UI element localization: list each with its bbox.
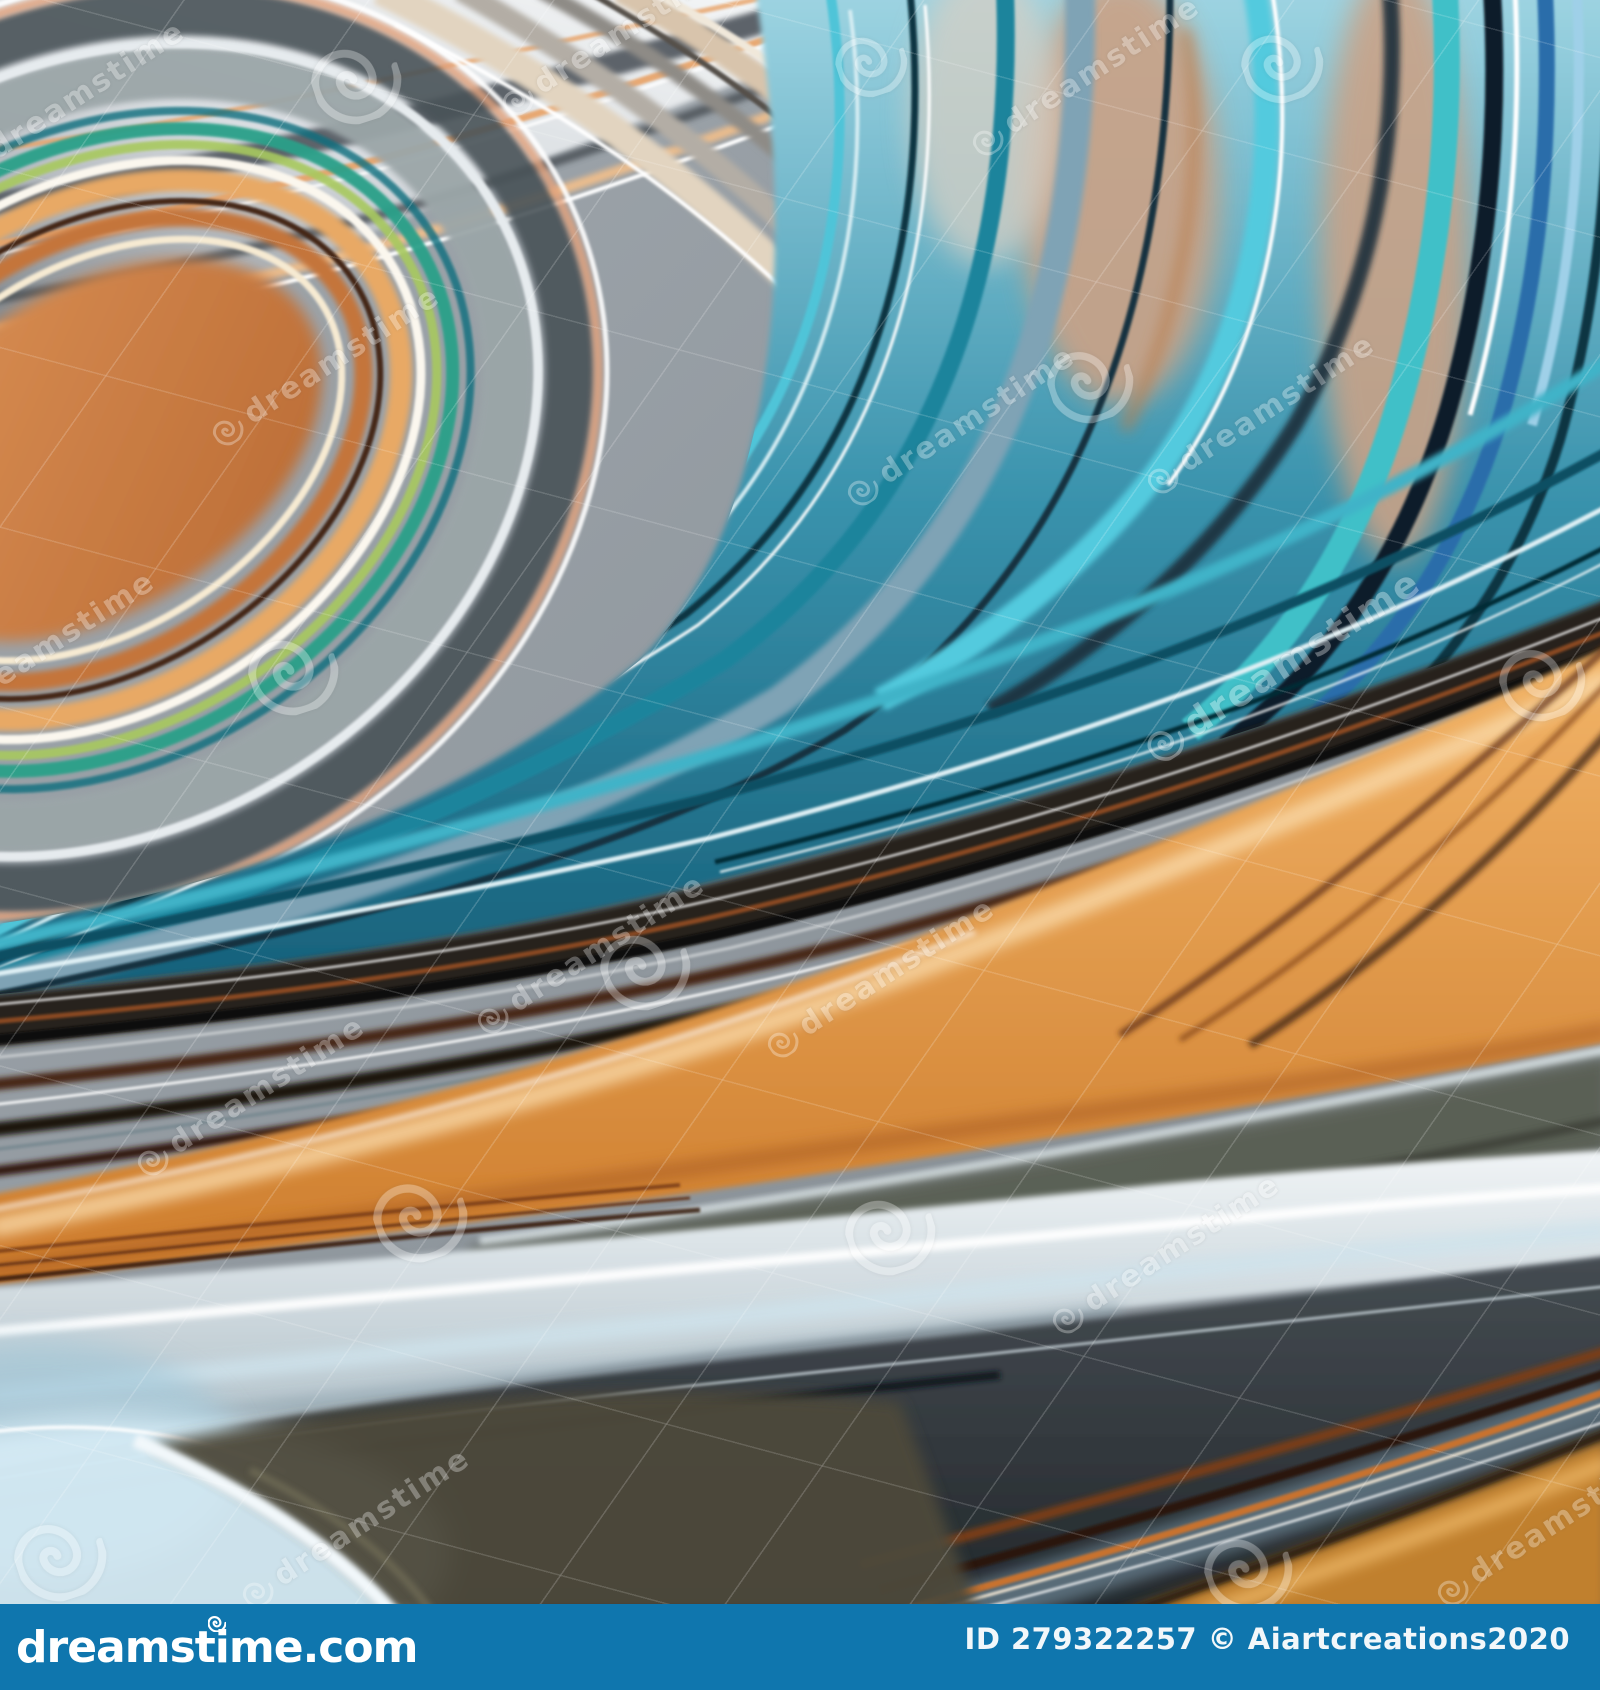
dreamstime-logo: dreamstime.com [16, 1622, 418, 1673]
footer-bar: dreamstime.com ID 279322257 © Aiartcreat… [0, 1604, 1600, 1690]
image-credit: ID 279322257 © Aiartcreations2020 [964, 1622, 1570, 1656]
abstract-fluid-art-canvas [0, 0, 1600, 1604]
stock-photo-preview: dreamstime dreamstime dreamstime dreamst… [0, 0, 1600, 1690]
abstract-fluid-artwork [0, 0, 1600, 1604]
logo-spiral-icon [208, 1615, 226, 1632]
